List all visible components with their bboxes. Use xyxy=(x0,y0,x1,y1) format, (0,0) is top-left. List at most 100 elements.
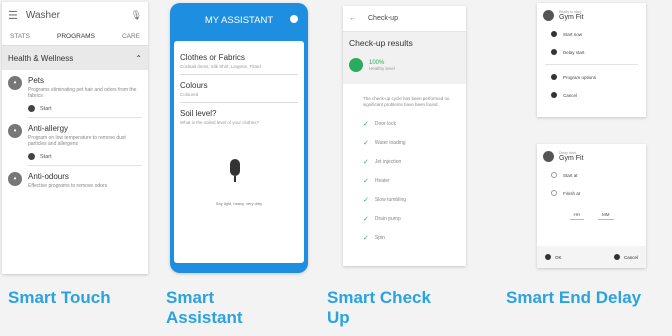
program-name: Anti-allergy xyxy=(28,124,69,133)
menu-icon[interactable]: ☰ xyxy=(8,9,18,22)
health-state: Healthy level xyxy=(369,65,395,71)
check-icon: ✓ xyxy=(363,215,369,223)
field-label: Clothes or Fabrics xyxy=(180,53,245,62)
back-arrow-icon[interactable]: ← xyxy=(349,15,356,22)
field-sub: What is the soiled level of your clothes… xyxy=(180,120,260,125)
ok-button[interactable]: OK xyxy=(545,254,562,260)
program-description: Programs eliminating pet hair and odors … xyxy=(28,87,137,99)
microphone-icon[interactable] xyxy=(228,159,242,183)
check-icon xyxy=(545,254,551,260)
delay-start-option[interactable]: Delay start xyxy=(537,43,646,61)
field-sub: Coloured xyxy=(180,92,199,97)
caption-smart-touch: Smart Touch xyxy=(8,288,111,307)
cancel-label: Cancel xyxy=(623,254,638,260)
chevron-up-icon[interactable]: ⌃ xyxy=(135,54,142,63)
end-delay-menu-screen: Ready to start Gym Fit Start now Delay s… xyxy=(537,3,646,117)
program-header: Ready to start Gym Fit xyxy=(537,3,646,25)
smart-assistant-screen: MY ASSISTANT Clothes or Fabrics Cocktail… xyxy=(170,3,308,273)
program-item-anti-odours[interactable]: • Anti-odours Effective programs to remo… xyxy=(2,166,148,189)
check-item: ✓ Heater xyxy=(343,171,466,190)
dialog-footer: OK Cancel xyxy=(537,246,646,268)
check-item: ✓ Water loading xyxy=(343,133,466,152)
drop-icon: • xyxy=(8,172,22,186)
smart-checkup-screen: ← Check-up Check-up results 100% Healthy… xyxy=(343,6,466,266)
cancel-option[interactable]: Cancel xyxy=(537,86,646,104)
check-item: ✓ Drain pump xyxy=(343,209,466,228)
section-header[interactable]: Health & Wellness ⌃ xyxy=(2,46,148,70)
options-icon xyxy=(551,74,557,80)
program-name: Anti-odours xyxy=(28,172,69,181)
results-summary: Check-up results 100% Healthy level xyxy=(343,32,466,84)
voice-hint: Say light, heavy, very dirty xyxy=(215,201,263,206)
check-icon: ✓ xyxy=(363,158,369,166)
check-label: Slow tumbling xyxy=(374,196,407,203)
check-item: ✓ Door lock xyxy=(343,114,466,133)
caption-smart-end-delay: Smart End Delay xyxy=(506,288,642,307)
mic-icon[interactable]: 🎙 xyxy=(131,10,142,21)
start-label: Start xyxy=(40,153,52,160)
caption-line: Up xyxy=(327,308,350,327)
ok-label: OK xyxy=(555,254,562,260)
tab-bar: STATS PROGRAMS CARE xyxy=(2,28,148,46)
field-colours[interactable]: Colours Coloured xyxy=(180,75,298,103)
assistant-header: MY ASSISTANT xyxy=(170,3,308,37)
tab-care[interactable]: CARE xyxy=(122,33,140,40)
results-message: The check-up cycle has been performed no… xyxy=(363,96,450,107)
time-picker: HH MM xyxy=(537,202,646,230)
check-label: Door lock xyxy=(374,120,396,127)
leaf-icon: • xyxy=(8,124,22,138)
smart-touch-screen: ☰ Washer 🎙 STATS PROGRAMS CARE Health & … xyxy=(2,2,148,274)
clock-icon xyxy=(551,49,557,55)
tab-programs[interactable]: PROGRAMS xyxy=(57,33,95,40)
program-icon xyxy=(543,10,554,21)
start-now-option[interactable]: Start now xyxy=(537,25,646,43)
program-item-anti-allergy[interactable]: • Anti-allergy Program on low temperatur… xyxy=(2,118,148,166)
program-name: Gym Fit xyxy=(559,14,584,21)
close-icon xyxy=(613,254,620,260)
field-sub: Cocktail dress, Silk Shirt, Lingerie, Fi… xyxy=(180,64,261,69)
caption-line: Smart Check xyxy=(327,288,431,307)
program-header: Delay start Gym Fit xyxy=(537,144,646,166)
program-item-pets[interactable]: • Pets Programs eliminating pet hair and… xyxy=(2,70,148,118)
check-label: Drain pump xyxy=(374,215,401,222)
check-icon: ✓ xyxy=(363,234,369,242)
field-label: Colours xyxy=(180,81,208,90)
settings-icon[interactable] xyxy=(290,15,298,23)
section-title: Health & Wellness xyxy=(8,53,74,63)
cancel-button[interactable]: Cancel xyxy=(613,254,638,260)
hours-select[interactable]: HH xyxy=(569,212,584,220)
option-label: Delay start xyxy=(563,49,585,55)
finish-at-radio[interactable]: Finish at xyxy=(537,184,646,202)
check-item: ✓ Jet injection xyxy=(343,152,466,171)
divider xyxy=(545,64,638,65)
radio-icon xyxy=(551,172,557,178)
assistant-card: Clothes or Fabrics Cocktail dress, Silk … xyxy=(174,41,304,263)
check-icon: ✓ xyxy=(363,139,369,147)
check-icon: ✓ xyxy=(363,120,369,128)
app-bar: ← Check-up xyxy=(343,6,466,32)
caption-line: Assistant xyxy=(166,308,243,327)
app-title: Washer xyxy=(25,9,60,21)
health-circle-icon xyxy=(349,58,363,72)
close-icon xyxy=(551,92,557,98)
start-at-radio[interactable]: Start at xyxy=(537,166,646,184)
check-item: ✓ Spin xyxy=(343,228,466,247)
start-button[interactable]: Start xyxy=(28,105,142,118)
start-button[interactable]: Start xyxy=(28,153,142,166)
tab-stats[interactable]: STATS xyxy=(10,33,30,40)
program-name: Gym Fit xyxy=(559,155,584,162)
field-fabrics[interactable]: Clothes or Fabrics Cocktail dress, Silk … xyxy=(180,47,298,75)
play-icon xyxy=(28,153,35,160)
check-label: Jet injection xyxy=(374,158,402,165)
end-delay-picker-screen: Delay start Gym Fit Start at Finish at H… xyxy=(537,144,646,268)
check-icon: ✓ xyxy=(363,196,369,204)
radio-icon xyxy=(551,190,557,196)
minutes-select[interactable]: MM xyxy=(598,212,614,220)
program-options-option[interactable]: Program options xyxy=(537,68,646,86)
option-label: Start now xyxy=(563,31,583,37)
field-soil-level[interactable]: Soil level? What is the soiled level of … xyxy=(180,103,298,130)
option-label: Cancel xyxy=(563,92,578,98)
program-name: Pets xyxy=(28,76,45,85)
field-label: Soil level? xyxy=(180,109,217,118)
option-label: Finish at xyxy=(563,190,581,196)
